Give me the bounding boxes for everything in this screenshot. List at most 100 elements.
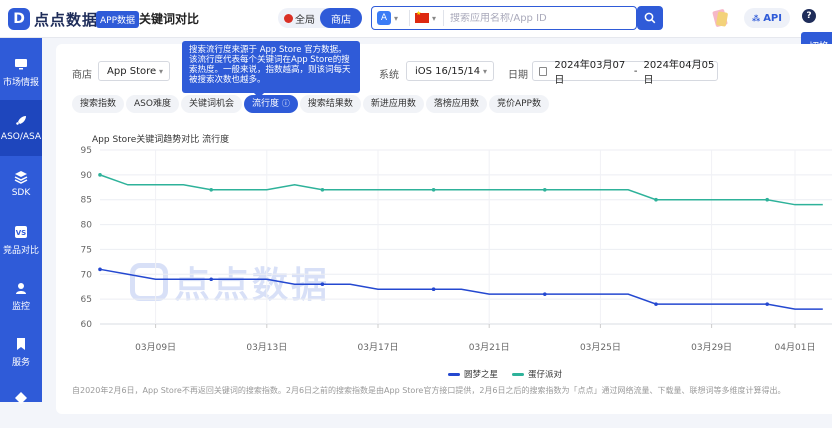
data-point: [543, 292, 547, 296]
legend-swatch: [512, 372, 525, 376]
sidebar-item-aso-asa[interactable]: ASO/ASA: [0, 100, 42, 156]
legend-item-series-1[interactable]: 圆梦之星: [448, 368, 498, 380]
data-point: [98, 173, 102, 177]
logo-text: 点点数据: [34, 10, 99, 29]
y-tick-label: 60: [81, 320, 93, 330]
data-point: [654, 197, 658, 202]
logo-icon: D: [8, 8, 30, 30]
data-point: [209, 277, 213, 282]
diamond-icon: [15, 392, 27, 404]
search-icon: [644, 12, 656, 24]
data-point: [431, 187, 436, 192]
scope-global-label: 全局: [295, 14, 315, 26]
x-tick-label: 03月25日: [580, 342, 621, 353]
x-tick-label: 03月17日: [358, 342, 399, 353]
store-filter-select[interactable]: App Store ▾: [98, 61, 170, 81]
date-filter-label: 日期: [508, 70, 528, 81]
data-point: [98, 267, 102, 272]
vs-icon: VS: [15, 225, 27, 238]
page-title: 关键词对比: [139, 12, 200, 26]
y-tick-label: 65: [81, 295, 92, 305]
x-tick-label: 03月21日: [469, 342, 510, 353]
tab-new-apps[interactable]: 新进应用数: [362, 95, 424, 113]
data-point: [765, 197, 769, 202]
y-tick-label: 95: [81, 146, 92, 156]
data-point: [320, 187, 325, 192]
chart-legend: 圆梦之星 蛋仔派对: [448, 368, 576, 380]
api-label: API: [763, 12, 782, 24]
scope-toggle: 全局 商店: [278, 8, 362, 28]
user-icon: [16, 282, 26, 294]
data-point: [654, 302, 658, 306]
sidebar-item-monitor[interactable]: 监控: [0, 268, 42, 324]
chevron-down-icon: ▾: [482, 66, 487, 76]
info-icon: ⓘ: [281, 99, 290, 108]
tab-popularity[interactable]: 流行度 ⓘ: [244, 95, 298, 113]
chevron-down-icon: ▾: [394, 13, 399, 23]
legend-swatch: [448, 372, 460, 376]
top-bar: D 点点数据 APP数据 关键词对比 全局 商店 A ▾ ▾ ⁂API ?: [0, 0, 832, 38]
scope-store-option[interactable]: 商店: [320, 8, 362, 28]
app-data-badge: APP数据: [96, 11, 140, 28]
sidebar-item-label: 监控: [11, 301, 30, 312]
y-tick-label: 75: [81, 245, 92, 255]
chevron-down-icon: ▾: [432, 13, 437, 23]
data-point: [543, 187, 547, 192]
china-flag-icon: [415, 10, 429, 23]
tab-search-results[interactable]: 搜索结果数: [299, 95, 361, 113]
logo[interactable]: D 点点数据: [8, 8, 98, 30]
date-end: 2024年04月05日: [643, 60, 715, 86]
search-box: A ▾ ▾: [371, 6, 637, 30]
rocket-icon: [16, 116, 26, 125]
data-point: [209, 187, 213, 192]
calendar-icon: [539, 66, 548, 76]
y-tick-label: 90: [81, 171, 93, 181]
metric-tabs: 搜索指数 ASO难度 关键词机会 流行度 ⓘ 搜索结果数 新进应用数 落榜应用数…: [72, 95, 551, 113]
sidebar-item-label: 服务: [11, 357, 30, 368]
sidebar-item-label: SDK: [11, 188, 31, 198]
system-filter-select[interactable]: iOS 16/15/14 ▾: [406, 61, 494, 81]
sidebar: 市场情报 ASO/ASA SDK VS 竞品对比 监控 服务: [0, 38, 42, 404]
monitor-icon: [15, 58, 27, 69]
date-range-picker[interactable]: 2024年03月07日 - 2024年04月05日: [532, 60, 718, 86]
search-input[interactable]: [444, 12, 636, 24]
sidebar-item-more[interactable]: [0, 372, 42, 428]
bookmark-icon: [17, 337, 25, 350]
country-selector[interactable]: ▾: [410, 10, 444, 26]
sidebar-item-label: 竞品对比: [2, 245, 39, 256]
sidebar-item-label: ASO/ASA: [0, 132, 42, 142]
series-line-1: [99, 268, 823, 310]
tab-aso-difficulty[interactable]: ASO难度: [126, 95, 179, 113]
store-filter-label: 商店: [72, 70, 92, 81]
tab-keyword-opportunity[interactable]: 关键词机会: [180, 95, 242, 113]
tab-search-index[interactable]: 搜索指数: [72, 95, 125, 113]
footnote: 自2020年2月6日，App Store不再返回关键词的搜索指数。2月6日之前的…: [72, 386, 786, 395]
help-button[interactable]: ?: [802, 9, 816, 23]
tab-dropped-apps[interactable]: 落榜应用数: [425, 95, 487, 113]
globe-icon: [284, 13, 293, 23]
gift-icon[interactable]: [712, 7, 730, 29]
sidebar-item-market[interactable]: 市场情报: [0, 44, 42, 100]
x-tick-label: 03月29日: [691, 342, 732, 353]
api-button[interactable]: ⁂ API: [744, 8, 790, 28]
date-separator: -: [633, 65, 638, 77]
sidebar-item-compare[interactable]: VS 竞品对比: [0, 212, 42, 268]
legend-label: 圆梦之星: [464, 370, 499, 380]
layers-icon: [14, 171, 28, 184]
store-selector[interactable]: A ▾: [372, 10, 410, 26]
popularity-tooltip: 搜索流行度来源于 App Store 官方数据。该流行度代表每个关键词在App …: [182, 41, 360, 98]
search-button[interactable]: [637, 6, 663, 30]
tab-bidding-apps[interactable]: 竞价APP数: [488, 95, 549, 113]
date-start: 2024年03月07日: [554, 60, 626, 86]
chevron-down-icon: ▾: [158, 66, 163, 76]
scope-global-option[interactable]: 全局: [278, 11, 320, 26]
x-tick-label: 03月13日: [246, 342, 287, 353]
legend-item-series-2[interactable]: 蛋仔派对: [512, 368, 562, 380]
x-tick-label: 03月09日: [135, 342, 176, 353]
data-point: [431, 287, 436, 291]
y-tick-label: 80: [81, 221, 93, 231]
x-tick-label: 04月01日: [775, 342, 816, 353]
y-tick-label: 85: [81, 196, 92, 206]
tab-popularity-label: 流行度: [252, 99, 280, 109]
sidebar-item-sdk[interactable]: SDK: [0, 156, 42, 212]
